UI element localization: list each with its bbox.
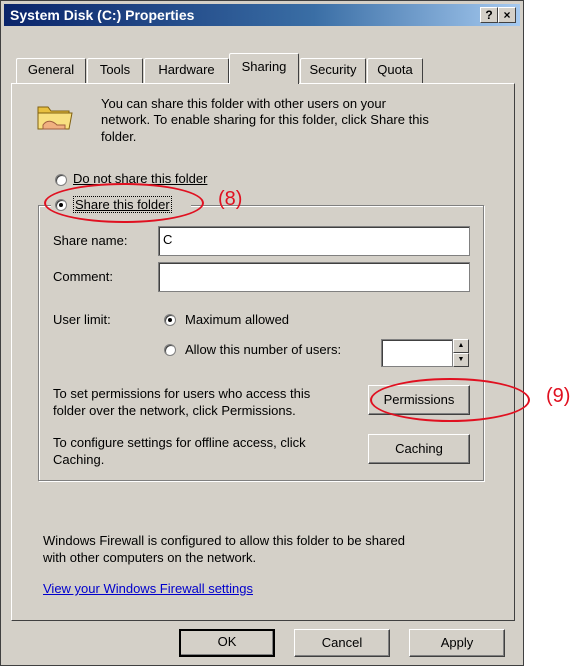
sharing-panel bbox=[11, 83, 515, 621]
cancel-button[interactable]: Cancel bbox=[294, 629, 390, 657]
close-button[interactable]: × bbox=[498, 7, 516, 23]
tab-sharing[interactable]: Sharing bbox=[229, 53, 299, 84]
apply-button[interactable]: Apply bbox=[409, 629, 505, 657]
tab-general[interactable]: General bbox=[16, 58, 86, 83]
tab-hardware[interactable]: Hardware bbox=[144, 58, 229, 83]
ok-button[interactable]: OK bbox=[179, 629, 275, 657]
help-button[interactable]: ? bbox=[480, 7, 498, 23]
annotation-9-label: (9) bbox=[546, 385, 571, 407]
tab-tools[interactable]: Tools bbox=[87, 58, 143, 83]
title-bar: System Disk (C:) Properties ? × bbox=[4, 4, 520, 26]
window-title: System Disk (C:) Properties bbox=[10, 7, 195, 23]
annotation-8-label: (8) bbox=[218, 188, 243, 210]
properties-dialog: System Disk (C:) Properties ? × General … bbox=[0, 0, 524, 666]
annotation-9-ellipse bbox=[370, 378, 530, 422]
tab-quota[interactable]: Quota bbox=[367, 58, 423, 83]
tab-security[interactable]: Security bbox=[300, 58, 366, 83]
annotation-8-ellipse bbox=[44, 183, 204, 223]
